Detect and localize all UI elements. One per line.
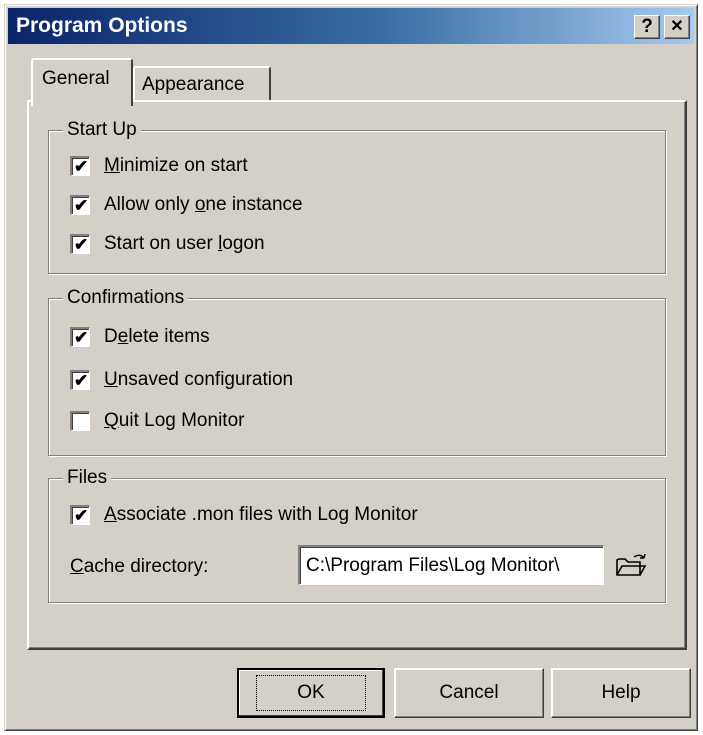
check-mark-icon: ✔ <box>74 196 89 215</box>
checkbox-box[interactable]: ✔ <box>70 370 90 390</box>
check-mark-icon: ✔ <box>74 506 89 525</box>
tab-appearance-label: Appearance <box>142 74 245 95</box>
checkbox-box[interactable]: ✔ <box>70 195 90 215</box>
minimize-on-start-checkbox[interactable]: ✔ Minimize on start <box>70 155 248 177</box>
files-group-title: Files <box>63 465 112 491</box>
help-title-button[interactable]: ? <box>634 15 660 39</box>
quit-log-monitor-checkbox[interactable]: Quit Log Monitor <box>70 410 244 432</box>
delete-items-checkbox[interactable]: ✔ Delete items <box>70 326 210 348</box>
startup-group-title: Start Up <box>63 117 141 143</box>
checkbox-label: Unsaved configuration <box>104 369 294 390</box>
unsaved-configuration-checkbox[interactable]: ✔ Unsaved configuration <box>70 369 293 391</box>
help-button-label: Help <box>601 682 641 703</box>
checkbox-label: Allow only one instance <box>104 194 303 215</box>
check-mark-icon: ✔ <box>74 235 89 254</box>
ok-button[interactable]: OK <box>237 668 385 718</box>
checkbox-label: Delete items <box>104 326 210 347</box>
checkbox-label: Start on user logon <box>104 233 265 254</box>
help-button[interactable]: Help <box>551 668 691 718</box>
cache-directory-input[interactable]: C:\Program Files\Log Monitor\ <box>298 545 604 585</box>
associate-mon-files-checkbox[interactable]: ✔ Associate .mon files with Log Monitor <box>70 504 418 526</box>
check-mark-icon: ✔ <box>74 328 89 347</box>
checkbox-label: Quit Log Monitor <box>104 410 245 431</box>
checkbox-box[interactable]: ✔ <box>70 327 90 347</box>
tab-general[interactable]: General <box>31 58 133 106</box>
confirmations-group-title: Confirmations <box>63 285 189 311</box>
start-on-logon-checkbox[interactable]: ✔ Start on user logon <box>70 233 265 255</box>
title-bar[interactable]: Program Options ? ✕ <box>8 8 694 44</box>
check-mark-icon: ✔ <box>74 371 89 390</box>
check-mark-icon: ✔ <box>74 157 89 176</box>
cancel-button[interactable]: Cancel <box>394 668 544 718</box>
close-button[interactable]: ✕ <box>664 15 690 39</box>
cancel-button-label: Cancel <box>439 682 499 703</box>
cache-directory-label: Cache directory: <box>70 556 209 577</box>
checkbox-box[interactable] <box>70 411 90 431</box>
checkbox-label: Associate .mon files with Log Monitor <box>104 504 418 525</box>
checkbox-box[interactable]: ✔ <box>70 156 90 176</box>
checkbox-box[interactable]: ✔ <box>70 234 90 254</box>
tab-appearance[interactable]: Appearance <box>133 66 271 101</box>
window-title: Program Options <box>16 14 188 37</box>
ok-button-label: OK <box>256 675 366 711</box>
tab-general-label: General <box>42 68 110 89</box>
allow-one-instance-checkbox[interactable]: ✔ Allow only one instance <box>70 194 303 216</box>
folder-open-icon[interactable] <box>614 552 648 580</box>
checkbox-box[interactable]: ✔ <box>70 505 90 525</box>
checkbox-label: Minimize on start <box>104 155 248 176</box>
